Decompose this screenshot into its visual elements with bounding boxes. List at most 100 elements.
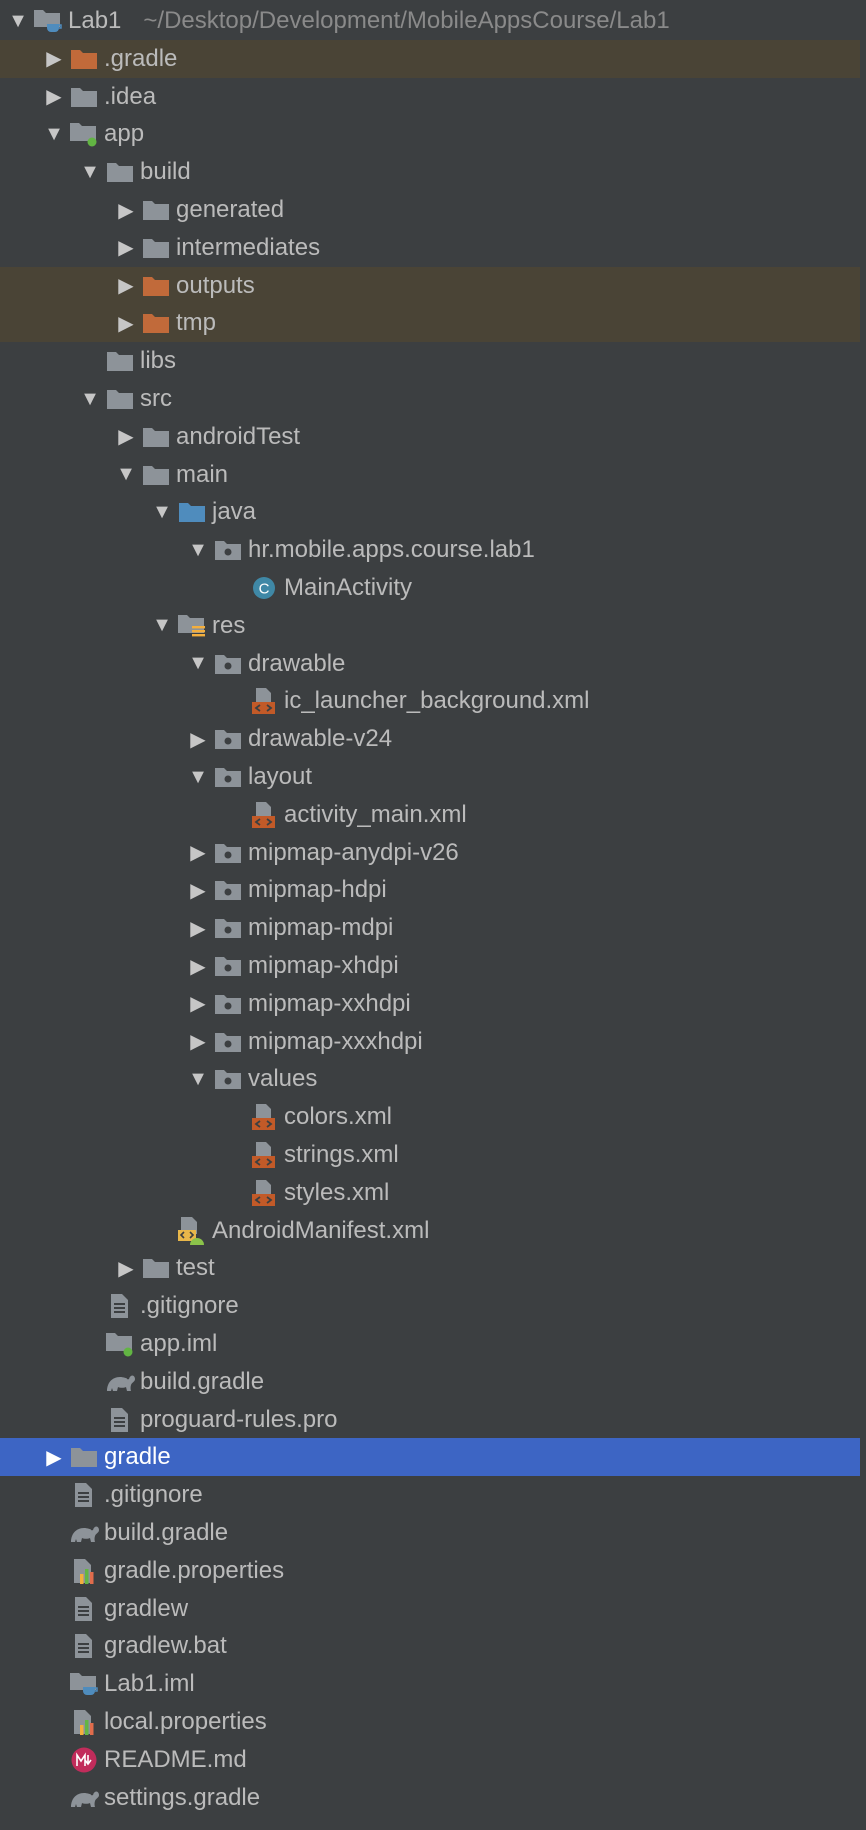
tree-item-test[interactable]: ▶ test — [0, 1249, 860, 1287]
expanded-arrow-icon[interactable]: ▼ — [40, 115, 68, 153]
tree-item-gitignore[interactable]: .gitignore — [0, 1287, 860, 1325]
collapsed-arrow-icon[interactable]: ▶ — [184, 985, 212, 1023]
tree-item-colors-xml[interactable]: colors.xml — [0, 1098, 860, 1136]
collapsed-arrow-icon[interactable]: ▶ — [112, 418, 140, 456]
tree-item-src[interactable]: ▼ src — [0, 380, 860, 418]
tree-item-readme-md[interactable]: README.md — [0, 1741, 860, 1779]
collapsed-arrow-icon[interactable]: ▶ — [40, 1438, 68, 1476]
tree-item-label: README.md — [104, 1745, 247, 1773]
tree-item-mipmap-mdpi[interactable]: ▶ mipmap-mdpi — [0, 909, 860, 947]
project-tree[interactable]: ▼ Lab1 ~/Desktop/Development/MobileAppsCou… — [0, 0, 866, 1830]
tree-item-label: activity_main.xml — [284, 800, 467, 828]
tree-item-java[interactable]: ▼ java — [0, 493, 860, 531]
gradle-icon — [104, 1367, 136, 1397]
tree-item-strings-xml[interactable]: strings.xml — [0, 1136, 860, 1174]
tree-item-mipmap-anydpi-v26[interactable]: ▶ mipmap-anydpi-v26 — [0, 834, 860, 872]
tree-item-label: settings.gradle — [104, 1783, 261, 1811]
folder-icon — [68, 82, 100, 112]
tree-item-label: outputs — [176, 271, 255, 299]
expanded-arrow-icon[interactable]: ▼ — [184, 1060, 212, 1098]
package-icon — [212, 989, 244, 1019]
tree-item-generated[interactable]: ▶ generated — [0, 191, 860, 229]
tree-item-values[interactable]: ▼ values — [0, 1060, 860, 1098]
tree-item-label: MainActivity — [284, 574, 413, 601]
tree-item-proguard-rules-pro[interactable]: proguard-rules.pro — [0, 1401, 860, 1439]
tree-item-lab1[interactable]: ▼ Lab1 ~/Desktop/Development/MobileAppsCou… — [0, 2, 860, 40]
collapsed-arrow-icon[interactable]: ▶ — [184, 871, 212, 909]
collapsed-arrow-icon[interactable]: ▶ — [112, 191, 140, 229]
tree-item-build[interactable]: ▼ build — [0, 153, 860, 191]
tree-item-mipmap-xhdpi[interactable]: ▶ mipmap-xhdpi — [0, 947, 860, 985]
tree-item-androidtest[interactable]: ▶ androidTest — [0, 418, 860, 456]
tree-item-local-properties[interactable]: local.properties — [0, 1703, 860, 1741]
tree-item-gradlew[interactable]: gradlew — [0, 1590, 860, 1628]
tree-item-layout[interactable]: ▼ layout — [0, 758, 860, 796]
tree-item-mipmap-xxxhdpi[interactable]: ▶ mipmap-xxxhdpi — [0, 1023, 860, 1061]
tree-item-label: values — [248, 1065, 318, 1093]
tree-item-main[interactable]: ▼ main — [0, 456, 860, 494]
package-icon — [212, 913, 244, 943]
properties-file-icon — [68, 1707, 100, 1737]
expanded-arrow-icon[interactable]: ▼ — [4, 2, 32, 40]
tree-item-hr-mobile-apps-course-lab1[interactable]: ▼ hr.mobile.apps.course.lab1 — [0, 531, 860, 569]
tree-item-styles-xml[interactable]: styles.xml — [0, 1174, 860, 1212]
text-file-icon — [68, 1631, 100, 1661]
tree-item-tmp[interactable]: ▶ tmp — [0, 304, 860, 343]
expanded-arrow-icon[interactable]: ▼ — [184, 758, 212, 796]
tree-item-gitignore[interactable]: .gitignore — [0, 1476, 860, 1514]
collapsed-arrow-icon[interactable]: ▶ — [112, 229, 140, 267]
tree-item-label: mipmap-hdpi — [248, 876, 387, 904]
properties-file-icon — [68, 1556, 100, 1586]
tree-item-intermediates[interactable]: ▶ intermediates — [0, 229, 860, 267]
tree-item-drawable-v24[interactable]: ▶ drawable-v24 — [0, 720, 860, 758]
tree-item-lab1-iml[interactable]: Lab1.iml — [0, 1665, 860, 1703]
tree-item-settings-gradle[interactable]: settings.gradle — [0, 1779, 860, 1817]
tree-item-gradle-properties[interactable]: gradle.properties — [0, 1552, 860, 1590]
tree-item-build-gradle[interactable]: build.gradle — [0, 1514, 860, 1552]
collapsed-arrow-icon[interactable]: ▶ — [184, 947, 212, 985]
package-icon — [212, 875, 244, 905]
collapsed-arrow-icon[interactable]: ▶ — [184, 1023, 212, 1061]
expanded-arrow-icon[interactable]: ▼ — [148, 607, 176, 645]
tree-item-mainactivity[interactable]: C MainActivity — [0, 569, 860, 607]
tree-item-build-gradle[interactable]: build.gradle — [0, 1363, 860, 1401]
expanded-arrow-icon[interactable]: ▼ — [184, 645, 212, 683]
tree-item-ic-launcher-background-xml[interactable]: ic_launcher_background.xml — [0, 682, 860, 720]
tree-item-mipmap-hdpi[interactable]: ▶ mipmap-hdpi — [0, 871, 860, 909]
source-folder-icon — [176, 497, 208, 527]
collapsed-arrow-icon[interactable]: ▶ — [40, 78, 68, 116]
collapsed-arrow-icon[interactable]: ▶ — [184, 834, 212, 872]
tree-item-gradlew-bat[interactable]: gradlew.bat — [0, 1627, 860, 1665]
expanded-arrow-icon[interactable]: ▼ — [76, 153, 104, 191]
collapsed-arrow-icon[interactable]: ▶ — [112, 1249, 140, 1287]
tree-item-drawable[interactable]: ▼ drawable — [0, 645, 860, 683]
folder-icon — [140, 233, 172, 263]
tree-item-label: intermediates — [176, 233, 321, 261]
collapsed-arrow-icon[interactable]: ▶ — [184, 720, 212, 758]
tree-item-mipmap-xxhdpi[interactable]: ▶ mipmap-xxhdpi — [0, 985, 860, 1023]
expanded-arrow-icon[interactable]: ▼ — [76, 380, 104, 418]
collapsed-arrow-icon[interactable]: ▶ — [40, 40, 68, 78]
tree-item-activity-main-xml[interactable]: activity_main.xml — [0, 796, 860, 834]
collapsed-arrow-icon[interactable]: ▶ — [112, 304, 140, 342]
collapsed-arrow-icon[interactable]: ▶ — [184, 909, 212, 947]
tree-item-outputs[interactable]: ▶ outputs — [0, 266, 860, 305]
tree-item-idea[interactable]: ▶ .idea — [0, 78, 860, 116]
tree-item-gradle[interactable]: ▶ gradle — [0, 1438, 860, 1477]
tree-item-app-iml[interactable]: app.iml — [0, 1325, 860, 1363]
no-arrow — [40, 1741, 68, 1779]
expanded-arrow-icon[interactable]: ▼ — [184, 531, 212, 569]
tree-item-label: Lab1 — [68, 7, 122, 34]
tree-item-gradle[interactable]: ▶ .gradle — [0, 39, 860, 78]
tree-item-app[interactable]: ▼ app — [0, 115, 860, 153]
xml-file-icon — [248, 1178, 280, 1208]
expanded-arrow-icon[interactable]: ▼ — [148, 493, 176, 531]
no-arrow — [40, 1552, 68, 1590]
collapsed-arrow-icon[interactable]: ▶ — [112, 267, 140, 305]
expanded-arrow-icon[interactable]: ▼ — [112, 456, 140, 494]
tree-item-res[interactable]: ▼ res — [0, 607, 860, 645]
tree-item-label: mipmap-mdpi — [248, 914, 394, 942]
tree-item-libs[interactable]: libs — [0, 342, 860, 380]
xml-file-icon — [248, 1140, 280, 1170]
tree-item-androidmanifest-xml[interactable]: AndroidManifest.xml — [0, 1212, 860, 1250]
